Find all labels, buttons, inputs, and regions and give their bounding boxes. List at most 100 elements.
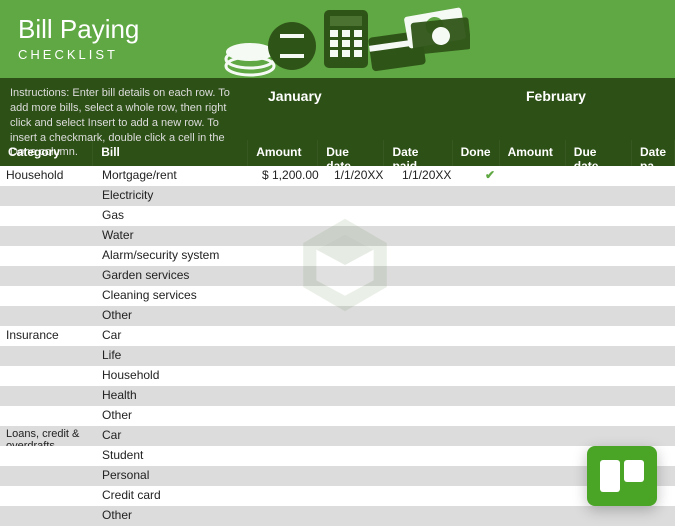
table-row[interactable]: Other xyxy=(0,306,675,326)
cell-done[interactable] xyxy=(466,466,514,486)
cell-done[interactable] xyxy=(466,286,514,306)
cell-empty[interactable] xyxy=(650,206,675,226)
cell-empty[interactable] xyxy=(582,206,650,226)
cell-empty[interactable] xyxy=(514,346,582,366)
table-row[interactable]: Personal xyxy=(0,466,675,486)
cell-date-paid[interactable] xyxy=(396,366,466,386)
cell-empty[interactable] xyxy=(514,426,582,446)
cell-date-paid[interactable] xyxy=(396,426,466,446)
cell-amount[interactable] xyxy=(256,306,328,326)
cell-due-date[interactable] xyxy=(328,466,396,486)
cell-category[interactable] xyxy=(0,346,96,366)
cell-date-paid[interactable] xyxy=(396,326,466,346)
cell-category[interactable] xyxy=(0,206,96,226)
cell-amount[interactable] xyxy=(256,346,328,366)
cell-empty[interactable] xyxy=(650,346,675,366)
cell-bill[interactable]: Life xyxy=(96,346,256,366)
cell-due-date[interactable] xyxy=(328,506,396,526)
table-row[interactable]: Gas xyxy=(0,206,675,226)
cell-empty[interactable] xyxy=(650,386,675,406)
cell-due-date[interactable] xyxy=(328,266,396,286)
cell-done[interactable] xyxy=(466,406,514,426)
cell-empty[interactable] xyxy=(514,366,582,386)
cell-done[interactable] xyxy=(466,246,514,266)
cell-bill[interactable]: Other xyxy=(96,406,256,426)
table-row[interactable]: Student xyxy=(0,446,675,466)
cell-amount[interactable] xyxy=(256,386,328,406)
table-row[interactable]: Health xyxy=(0,386,675,406)
cell-date-paid[interactable] xyxy=(396,346,466,366)
cell-bill[interactable]: Cleaning services xyxy=(96,286,256,306)
cell-bill[interactable]: Gas xyxy=(96,206,256,226)
cell-empty[interactable] xyxy=(514,226,582,246)
cell-empty[interactable] xyxy=(514,506,582,526)
cell-empty[interactable] xyxy=(514,186,582,206)
cell-empty[interactable] xyxy=(514,266,582,286)
table-row[interactable]: Electricity xyxy=(0,186,675,206)
table-row[interactable]: InsuranceCar xyxy=(0,326,675,346)
cell-amount[interactable] xyxy=(256,326,328,346)
cell-date-paid[interactable] xyxy=(396,486,466,506)
cell-due-date[interactable] xyxy=(328,326,396,346)
cell-date-paid[interactable] xyxy=(396,266,466,286)
table-row[interactable]: Life xyxy=(0,346,675,366)
cell-amount[interactable] xyxy=(256,366,328,386)
cell-due-date[interactable] xyxy=(328,406,396,426)
cell-empty[interactable] xyxy=(514,386,582,406)
cell-bill[interactable]: Personal xyxy=(96,466,256,486)
cell-amount[interactable] xyxy=(256,286,328,306)
cell-date-paid[interactable] xyxy=(396,306,466,326)
cell-due-date[interactable] xyxy=(328,366,396,386)
cell-empty[interactable] xyxy=(514,446,582,466)
cell-due-date[interactable] xyxy=(328,446,396,466)
cell-empty[interactable] xyxy=(582,246,650,266)
cell-empty[interactable] xyxy=(582,286,650,306)
table-row[interactable]: Credit card xyxy=(0,486,675,506)
cell-category[interactable] xyxy=(0,266,96,286)
table-row[interactable]: Alarm/security system xyxy=(0,246,675,266)
cell-empty[interactable] xyxy=(514,306,582,326)
cell-amount[interactable] xyxy=(256,446,328,466)
cell-done[interactable] xyxy=(466,486,514,506)
cell-due-date[interactable] xyxy=(328,306,396,326)
cell-category[interactable] xyxy=(0,466,96,486)
cell-empty[interactable] xyxy=(514,246,582,266)
cell-bill[interactable]: Electricity xyxy=(96,186,256,206)
cell-empty[interactable] xyxy=(514,406,582,426)
cell-empty[interactable] xyxy=(650,246,675,266)
cell-date-paid[interactable]: 1/1/20XX xyxy=(396,166,466,186)
cell-date-paid[interactable] xyxy=(396,506,466,526)
cell-category[interactable]: Household xyxy=(0,166,96,186)
table-row[interactable]: Garden services xyxy=(0,266,675,286)
cell-empty[interactable] xyxy=(582,346,650,366)
cell-category[interactable] xyxy=(0,186,96,206)
cell-amount[interactable]: $ 1,200.00 xyxy=(256,166,328,186)
cell-empty[interactable] xyxy=(582,306,650,326)
cell-empty[interactable] xyxy=(582,226,650,246)
cell-amount[interactable] xyxy=(256,246,328,266)
cell-category[interactable] xyxy=(0,366,96,386)
table-row[interactable]: Other xyxy=(0,406,675,426)
cell-category[interactable] xyxy=(0,486,96,506)
cell-date-paid[interactable] xyxy=(396,226,466,246)
cell-date-paid[interactable] xyxy=(396,466,466,486)
cell-empty[interactable] xyxy=(582,386,650,406)
cell-amount[interactable] xyxy=(256,226,328,246)
cell-date-paid[interactable] xyxy=(396,386,466,406)
cell-empty[interactable] xyxy=(582,426,650,446)
cell-date-paid[interactable] xyxy=(396,206,466,226)
cell-due-date[interactable] xyxy=(328,386,396,406)
cell-amount[interactable] xyxy=(256,206,328,226)
cell-bill[interactable]: Car xyxy=(96,326,256,346)
cell-done[interactable] xyxy=(466,206,514,226)
cell-amount[interactable] xyxy=(256,506,328,526)
cell-done[interactable] xyxy=(466,386,514,406)
cell-bill[interactable]: Car xyxy=(96,426,256,446)
cell-category[interactable]: Insurance xyxy=(0,326,96,346)
cell-amount[interactable] xyxy=(256,406,328,426)
cell-empty[interactable] xyxy=(514,286,582,306)
cell-empty[interactable] xyxy=(582,166,650,186)
table-row[interactable]: HouseholdMortgage/rent$ 1,200.001/1/20XX… xyxy=(0,166,675,186)
cell-amount[interactable] xyxy=(256,186,328,206)
cell-done[interactable] xyxy=(466,266,514,286)
